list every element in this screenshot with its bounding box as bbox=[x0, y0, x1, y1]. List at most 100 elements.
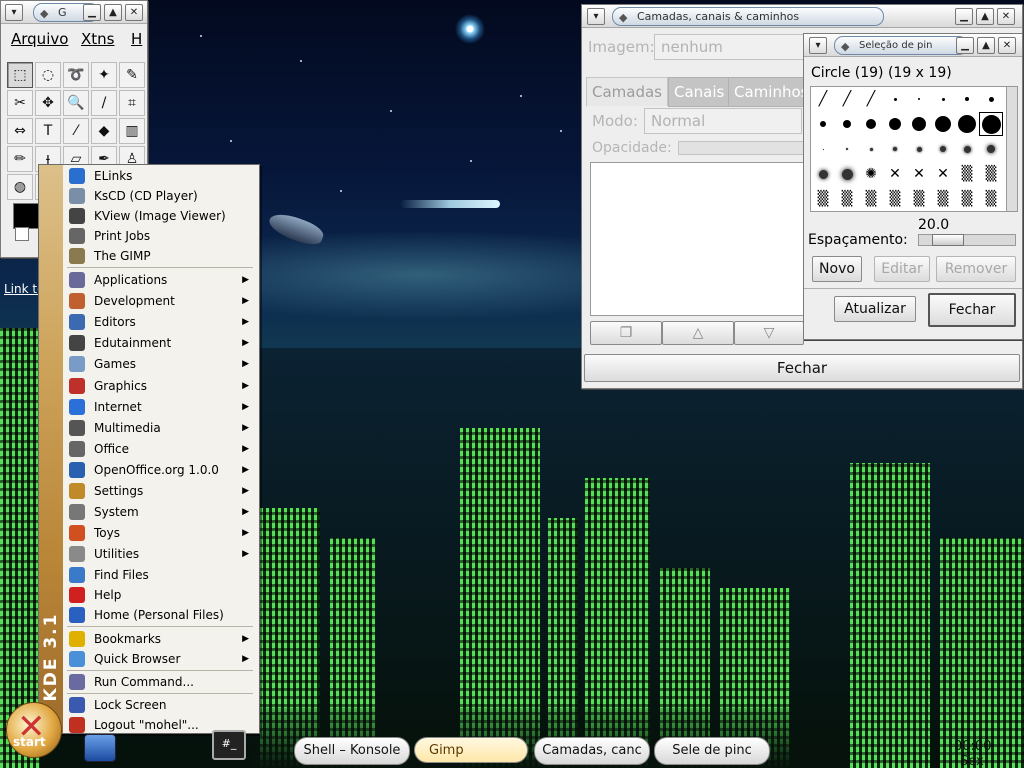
foreground-color-swatch[interactable] bbox=[13, 203, 41, 229]
brush-cell[interactable]: ▒ bbox=[955, 162, 979, 186]
brush-cell[interactable]: ✕ bbox=[907, 162, 931, 186]
menu-item-openoffice[interactable]: OpenOffice.org 1.0.0 ▶ bbox=[65, 460, 257, 480]
brush-cell[interactable] bbox=[835, 162, 859, 186]
brush-grid-scrollbar[interactable] bbox=[1006, 86, 1018, 212]
close-button[interactable]: ✕ bbox=[997, 8, 1015, 25]
menu-item-graphics[interactable]: Graphics ▶ bbox=[65, 376, 257, 396]
brush-cell[interactable] bbox=[955, 87, 979, 111]
brush-cell[interactable] bbox=[955, 137, 979, 161]
brush-cell[interactable]: ✕ bbox=[931, 162, 955, 186]
start-button[interactable]: ✕ start bbox=[6, 702, 62, 758]
menu-item-find-files[interactable]: Find Files bbox=[65, 565, 257, 585]
minimize-button[interactable]: ▁ bbox=[83, 4, 101, 21]
menu-item-settings[interactable]: Settings ▶ bbox=[65, 481, 257, 501]
smudge-tool[interactable]: ◍ bbox=[7, 174, 33, 200]
image-selector[interactable]: nenhum bbox=[654, 34, 812, 60]
brush-cell[interactable] bbox=[931, 137, 955, 161]
layers-close-button[interactable]: Fechar bbox=[584, 354, 1020, 382]
minimize-button[interactable]: ▁ bbox=[956, 37, 974, 54]
brush-cell[interactable] bbox=[931, 112, 955, 136]
gradient-tool[interactable]: ▥ bbox=[119, 118, 145, 144]
new-brush-button[interactable]: Novo bbox=[812, 256, 862, 282]
brush-cell[interactable] bbox=[907, 112, 931, 136]
tab-camadas[interactable]: Camadas bbox=[586, 77, 668, 106]
brush-cell[interactable] bbox=[883, 112, 907, 136]
menu-item-help[interactable]: Help bbox=[65, 585, 257, 605]
window-menu-button[interactable]: ▾ bbox=[587, 8, 605, 25]
edit-brush-button[interactable]: Editar bbox=[874, 256, 930, 282]
task-gimp[interactable]: Gimp bbox=[414, 737, 528, 763]
minimize-button[interactable]: ▁ bbox=[955, 8, 973, 25]
brush-cell[interactable]: ▒ bbox=[883, 187, 907, 211]
menu-item-games[interactable]: Games ▶ bbox=[65, 354, 257, 374]
brush-cell[interactable] bbox=[979, 137, 1003, 161]
move-tool[interactable]: ✥ bbox=[35, 90, 61, 116]
remove-brush-button[interactable]: Remover bbox=[936, 256, 1016, 282]
window-menu-button[interactable]: ▾ bbox=[5, 4, 23, 21]
brush-cell[interactable]: ✺ bbox=[859, 162, 883, 186]
refresh-button[interactable]: Atualizar bbox=[834, 296, 916, 322]
fuzzy-select-tool[interactable]: ✦ bbox=[91, 62, 117, 88]
pencil-tool[interactable]: / bbox=[91, 90, 117, 116]
brush-cell[interactable] bbox=[955, 112, 979, 136]
opacity-slider[interactable] bbox=[678, 141, 804, 155]
brush-cell[interactable] bbox=[931, 87, 955, 111]
task-brushes[interactable]: Sele de pinc bbox=[654, 737, 770, 765]
brush-cell[interactable] bbox=[883, 137, 907, 161]
lower-layer-button[interactable]: ▽ bbox=[734, 321, 804, 345]
menu-item-printer[interactable]: Print Jobs bbox=[65, 226, 257, 246]
window-menu-button[interactable]: ▾ bbox=[809, 37, 827, 54]
menu-item-quick-browser[interactable]: Quick Browser ▶ bbox=[65, 649, 257, 669]
maximize-button[interactable]: ▲ bbox=[104, 4, 122, 21]
menu-item-editors[interactable]: Editors ▶ bbox=[65, 312, 257, 332]
layers-titlebar[interactable]: ▾ ◆ Camadas, canais & caminhos ▁ ▲ ✕ bbox=[582, 5, 1022, 28]
menu-xtns[interactable]: Xtns bbox=[81, 30, 114, 48]
toolbox-titlebar[interactable]: ▾ ◆ G ▁ ▲ ✕ bbox=[1, 1, 147, 24]
konqueror-launcher[interactable] bbox=[84, 734, 116, 762]
raise-layer-button[interactable]: △ bbox=[662, 321, 734, 345]
maximize-button[interactable]: ▲ bbox=[976, 8, 994, 25]
scissors-tool[interactable]: ✂ bbox=[7, 90, 33, 116]
task-layers[interactable]: Camadas, canc bbox=[534, 737, 650, 765]
tab-canais[interactable]: Canais bbox=[668, 77, 731, 107]
menu-item-toys[interactable]: Toys ▶ bbox=[65, 523, 257, 543]
brush-cell[interactable]: ▒ bbox=[955, 187, 979, 211]
task-konsole[interactable]: Shell – Konsole bbox=[294, 737, 410, 765]
clock[interactable]: 00:00 Sex bbox=[954, 739, 1024, 769]
brush-cell[interactable]: ▒ bbox=[835, 187, 859, 211]
brush-cell[interactable] bbox=[907, 87, 931, 111]
menu-item-utilities[interactable]: Utilities ▶ bbox=[65, 544, 257, 564]
menu-item-gimp[interactable]: The GIMP bbox=[65, 246, 257, 266]
tab-caminhos[interactable]: Caminhos bbox=[728, 77, 815, 107]
brush-cell[interactable]: ▒ bbox=[979, 162, 1003, 186]
brush-cell[interactable] bbox=[907, 137, 931, 161]
ellipse-select-tool[interactable]: ◌ bbox=[35, 62, 61, 88]
color-picker-tool[interactable]: ⁄ bbox=[63, 118, 89, 144]
menu-item-home[interactable]: Home (Personal Files) bbox=[65, 605, 257, 625]
brush-cell[interactable]: ╱ bbox=[835, 87, 859, 111]
menu-item-cd-player[interactable]: KsCD (CD Player) bbox=[65, 186, 257, 206]
brush-cell[interactable]: ✕ bbox=[883, 162, 907, 186]
menu-item-elinks[interactable]: ELinks bbox=[65, 166, 257, 186]
brush-cell[interactable] bbox=[811, 112, 835, 136]
brush-cell[interactable] bbox=[979, 87, 1003, 111]
brush-cell[interactable]: ▒ bbox=[907, 187, 931, 211]
brush-cell[interactable] bbox=[883, 87, 907, 111]
brush-cell[interactable] bbox=[979, 112, 1003, 136]
rect-select-tool[interactable]: ⬚ bbox=[7, 62, 33, 88]
spacing-slider[interactable] bbox=[918, 234, 1016, 246]
menu-item-applications[interactable]: Applications ▶ bbox=[65, 270, 257, 290]
brush-grid[interactable]: ╱ ╱ ╱ ✺ ✕ ✕ ✕ ▒ ▒ ▒ ▒ ▒ ▒ ▒ ▒ ▒ ▒ bbox=[810, 86, 1008, 212]
menu-help[interactable]: H bbox=[131, 30, 142, 48]
brush-cell[interactable]: ▒ bbox=[931, 187, 955, 211]
brush-cell[interactable] bbox=[859, 112, 883, 136]
close-button[interactable]: ✕ bbox=[998, 37, 1016, 54]
lasso-tool[interactable]: ➰ bbox=[63, 62, 89, 88]
menu-arquivo[interactable]: Arquivo bbox=[11, 30, 68, 48]
brush-cell[interactable]: ▒ bbox=[811, 187, 835, 211]
brush-window-title[interactable]: ◆ Seleção de pin bbox=[834, 36, 968, 55]
maximize-button[interactable]: ▲ bbox=[977, 37, 995, 54]
close-button[interactable]: ✕ bbox=[125, 4, 143, 21]
menu-item-run-command[interactable]: Run Command... bbox=[65, 672, 257, 692]
mode-select[interactable]: Normal bbox=[644, 108, 802, 134]
